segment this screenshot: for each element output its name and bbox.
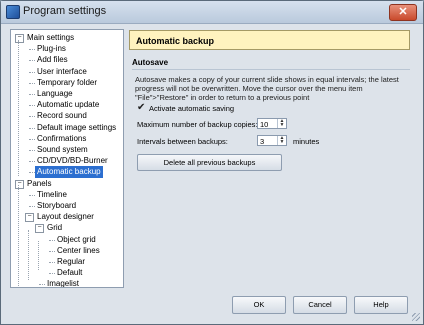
tree-item[interactable]: Automatic update — [35, 99, 101, 111]
title-bar: Program settings ✕ — [1, 1, 423, 24]
tree-item[interactable]: Automatic backup — [35, 166, 103, 179]
ok-button[interactable]: OK — [232, 296, 286, 314]
activate-autosave-label[interactable]: Activate automatic saving — [149, 104, 234, 113]
app-icon — [6, 5, 20, 19]
tree-item[interactable]: Main settings — [25, 32, 76, 44]
delete-backups-button[interactable]: Delete all previous backups — [137, 154, 282, 171]
close-button[interactable]: ✕ — [389, 4, 417, 21]
interval-spin-arrows-icon[interactable]: ▲ ▼ — [277, 136, 286, 145]
section-title: Autosave — [132, 58, 169, 67]
tree-expander-icon[interactable]: − — [35, 224, 44, 234]
tree-item[interactable]: Regular — [55, 256, 87, 268]
settings-tree: − Main settings Plug-ins Add files User inte… — [10, 29, 124, 288]
tree-item[interactable]: Record sound — [35, 110, 89, 122]
tree-item[interactable]: Add files — [35, 54, 70, 66]
interval-spinner[interactable]: 3 ▲ ▼ — [257, 135, 287, 146]
interval-unit: minutes — [293, 137, 320, 146]
tree-item[interactable]: Storyboard — [35, 200, 78, 212]
tree-item[interactable]: CD/DVD/BD-Burner — [35, 155, 110, 167]
tree-expander-icon[interactable]: − — [15, 34, 24, 43]
max-copies-label: Maximum number of backup copies: — [137, 120, 258, 129]
max-copies-value[interactable]: 10 — [260, 120, 268, 129]
tree-guide-line — [38, 241, 39, 270]
help-button[interactable]: Help — [354, 296, 408, 314]
activate-autosave-checkbox[interactable]: ✔ — [137, 103, 145, 113]
tree-expander-icon[interactable]: − — [15, 179, 24, 189]
section-divider — [132, 69, 410, 70]
tree-item[interactable]: Timeline — [35, 189, 69, 201]
interval-value[interactable]: 3 — [260, 137, 264, 146]
max-copies-spinner[interactable]: 10 ▲ ▼ — [257, 118, 287, 129]
tree-item[interactable]: Default image settings — [35, 122, 118, 134]
tree-item[interactable]: Plug-ins — [35, 43, 68, 55]
panel-header: Automatic backup — [129, 30, 410, 50]
tree-item[interactable]: Layout designer — [35, 211, 96, 223]
tree-item[interactable]: Grid — [45, 222, 64, 234]
tree-item[interactable]: Default — [55, 267, 84, 279]
tree-item[interactable]: Language — [35, 88, 75, 100]
window-title: Program settings — [23, 5, 107, 17]
tree-guide-line — [28, 230, 29, 280]
max-copies-spin-arrows-icon[interactable]: ▲ ▼ — [277, 119, 286, 128]
tree-expander-icon[interactable]: − — [25, 213, 34, 223]
interval-label: Intervals between backups: — [137, 137, 228, 146]
autosave-description: Autosave makes a copy of your current sl… — [135, 75, 399, 102]
tree-item[interactable]: Imagelist — [45, 278, 81, 287]
dialog-footer: OK Cancel Help — [1, 291, 423, 324]
tree-guide-line — [18, 185, 19, 287]
tree-item[interactable]: Center lines — [55, 245, 102, 257]
settings-panel: Automatic backup Autosave Autosave makes… — [127, 29, 414, 286]
tree-item[interactable]: Panels — [25, 178, 53, 190]
tree-item[interactable]: Temporary folder — [35, 77, 99, 89]
cancel-button[interactable]: Cancel — [293, 296, 347, 314]
tree-guide-line — [18, 40, 19, 176]
tree-item[interactable]: Object grid — [55, 234, 98, 246]
tree-item[interactable]: Sound system — [35, 144, 90, 156]
program-settings-window: Program settings ✕ − Main settings Plug-in… — [0, 0, 424, 325]
tree-item[interactable]: Confirmations — [35, 133, 88, 145]
tree-item[interactable]: User interface — [35, 66, 89, 78]
resize-grip-icon[interactable] — [412, 313, 420, 321]
